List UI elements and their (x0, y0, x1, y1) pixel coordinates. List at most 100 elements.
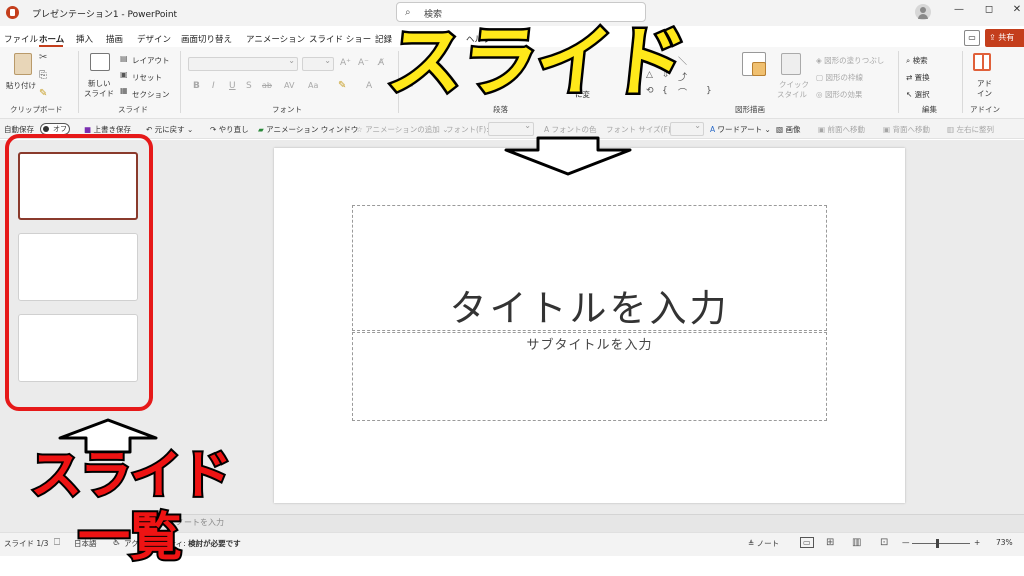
notes-pane[interactable] (160, 514, 1024, 532)
shape-effect-button[interactable]: ◎ 図形の効果 (816, 89, 862, 100)
wordart-button[interactable]: A ワードアート ⌄ (710, 124, 771, 135)
find-label: 検索 (912, 56, 928, 65)
shadow-button[interactable]: S (246, 81, 252, 91)
clear-format-icon[interactable]: A̸ (378, 58, 384, 68)
send-backward-label: 背面へ移動 (892, 125, 930, 134)
italic-button[interactable]: I (212, 81, 215, 91)
tab-animations[interactable]: アニメーション (246, 33, 305, 45)
animation-window-button[interactable]: ▰ アニメーション ウィンドウ (258, 124, 358, 135)
slideshow-icon[interactable]: ⊡ (880, 537, 888, 548)
tab-transitions[interactable]: 画面切り替え (181, 33, 232, 45)
save-icon: ■ (84, 125, 92, 134)
window-title: プレゼンテーション1 - PowerPoint (32, 7, 177, 20)
app-name: PowerPoint (127, 10, 178, 20)
wordart-icon: A (710, 125, 716, 134)
slides-group-label: スライド (118, 105, 148, 114)
redo-label: やり直し (218, 125, 249, 134)
ribbon-divider (78, 51, 79, 113)
shrink-font-icon[interactable]: A⁻ (358, 58, 369, 68)
subtitle-placeholder[interactable]: サブタイトルを入力 (352, 334, 827, 353)
grow-font-icon[interactable]: A⁺ (340, 58, 351, 68)
tab-slideshow[interactable]: スライド ショー (309, 33, 371, 45)
zoom-in-button[interactable]: + (974, 538, 980, 547)
notes-placeholder[interactable]: ノートを入力 (176, 517, 224, 528)
shape-outline-label: 図形の枠線 (825, 73, 863, 82)
clipboard-group-label: クリップボード (10, 105, 63, 114)
quick-style-icon[interactable] (781, 53, 801, 75)
select-button[interactable]: ↖ 選択 (906, 89, 930, 100)
undo-button[interactable]: ↶ 元に戻す ⌄ (146, 124, 193, 135)
tab-design[interactable]: デザイン (137, 33, 171, 45)
strike-button[interactable]: ab (262, 81, 272, 90)
close-button[interactable]: ✕ (1008, 4, 1024, 20)
copy-icon[interactable]: ⎘ (39, 70, 47, 81)
quick-style-label-2[interactable]: スタイル (777, 89, 807, 100)
thumbnail-highlight-frame (5, 134, 153, 411)
layout-button[interactable]: レイアウト (132, 55, 170, 66)
shape-brace-icon-2[interactable]: } (706, 86, 712, 96)
save-label: 上書き保存 (93, 125, 131, 134)
section-icon[interactable]: ▦ (120, 86, 128, 95)
find-button[interactable]: ⌕ 検索 (906, 55, 928, 66)
paste-label[interactable]: 貼り付け (6, 80, 36, 91)
share-label: 共有 (998, 33, 1015, 42)
shape-outline-button[interactable]: ▢ 図形の枠線 (816, 72, 863, 83)
reset-icon[interactable]: ▣ (120, 70, 128, 79)
slide-list-annotation-line1: スライド (28, 446, 234, 506)
zoom-level[interactable]: 73% (996, 538, 1013, 547)
font-color-qat-button[interactable]: A フォントの色 (544, 124, 597, 135)
tab-draw[interactable]: 描画 (106, 33, 123, 45)
font-color-label: フォントの色 (551, 125, 597, 134)
zoom-slider-handle[interactable] (936, 539, 939, 548)
paste-icon[interactable] (14, 53, 32, 75)
addin-label-2[interactable]: イン (977, 88, 992, 99)
format-painter-icon[interactable]: ✎ (39, 88, 47, 99)
new-slide-icon[interactable] (90, 53, 110, 71)
minimize-button[interactable]: — (950, 4, 968, 20)
bold-button[interactable]: B (193, 81, 200, 91)
char-spacing-button[interactable]: AV (284, 81, 294, 90)
share-button[interactable]: ⇪ 共有 (985, 29, 1024, 47)
picture-button[interactable]: ▧ 画像 (776, 124, 800, 135)
tab-insert[interactable]: 挿入 (76, 33, 93, 45)
bring-forward-button[interactable]: ▣ 前面へ移動 (818, 124, 865, 135)
notes-toggle-button[interactable]: ≜ ノート (748, 538, 779, 549)
layout-icon[interactable]: ▤ (120, 54, 128, 63)
font-name-select[interactable] (188, 56, 298, 71)
font-size-select[interactable] (302, 56, 334, 71)
cut-icon[interactable]: ✂ (39, 52, 47, 63)
reading-view-icon[interactable]: ▥ (852, 537, 861, 548)
add-animation-button[interactable]: ☆ アニメーションの追加 ⌄ (356, 124, 448, 135)
zoom-slider[interactable] (912, 543, 970, 544)
account-avatar[interactable] (915, 4, 931, 20)
send-backward-button[interactable]: ▣ 背面へ移動 (883, 124, 930, 135)
shape-fill-button[interactable]: ◈ 図形の塗りつぶし (816, 55, 884, 66)
picture-label: 画像 (785, 125, 801, 134)
qat-font-size-select[interactable] (670, 121, 704, 136)
change-case-button[interactable]: Aa (308, 81, 318, 90)
zoom-out-button[interactable]: — (902, 538, 910, 547)
animation-window-icon: ▰ (258, 125, 264, 134)
replace-button[interactable]: ⇄ 置換 (906, 72, 930, 83)
underline-button[interactable]: U (229, 81, 236, 91)
qat-font-select[interactable] (488, 121, 534, 136)
maximize-button[interactable]: ◻ (980, 4, 998, 20)
slide-sorter-icon[interactable]: ⊞ (826, 537, 834, 548)
highlight-icon[interactable]: ✎ (338, 80, 346, 91)
comment-icon[interactable]: ▭ (964, 30, 980, 46)
font-group-label: フォント (272, 105, 302, 114)
normal-view-icon[interactable]: ▭ (800, 537, 814, 548)
wordart-label: ワードアート (717, 125, 763, 134)
title-placeholder[interactable]: タイトルを入力 (352, 278, 827, 332)
redo-button[interactable]: ↷ やり直し (210, 124, 249, 135)
reset-button[interactable]: リセット (132, 72, 162, 83)
powerpoint-icon (6, 6, 19, 19)
addin-icon[interactable] (973, 53, 991, 71)
tab-file[interactable]: ファイル (4, 33, 38, 45)
align-button[interactable]: ▥ 左右に整列 (947, 124, 994, 135)
section-button[interactable]: セクション (132, 89, 170, 100)
tab-home[interactable]: ホーム (39, 33, 64, 45)
new-slide-label-2[interactable]: スライド (84, 88, 114, 99)
font-color-button[interactable]: A (366, 81, 372, 91)
spelling-icon[interactable]: ⎕ (54, 537, 60, 548)
